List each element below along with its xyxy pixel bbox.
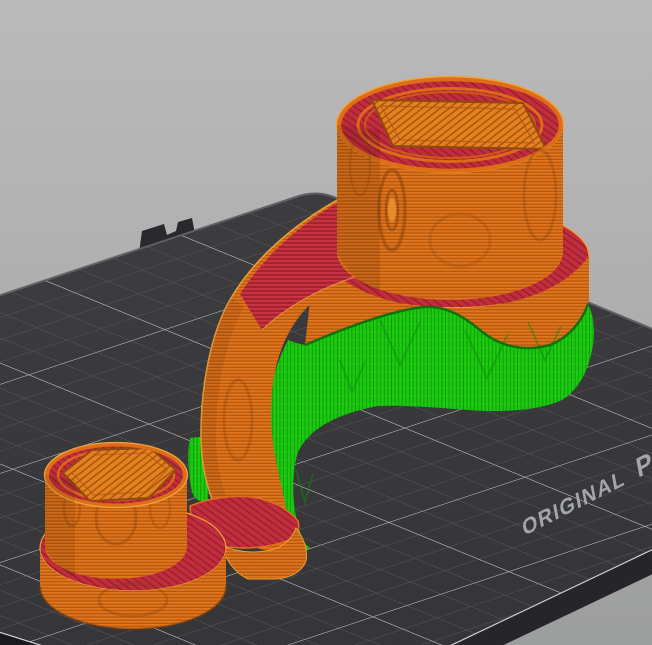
big-boss-cylinder[interactable] — [335, 75, 565, 301]
boss-grain-eye — [388, 198, 396, 222]
gcode-preview-canvas[interactable]: ORIGINAL PR — [0, 0, 652, 645]
slicer-3d-viewport[interactable]: ORIGINAL PR — [0, 0, 652, 645]
